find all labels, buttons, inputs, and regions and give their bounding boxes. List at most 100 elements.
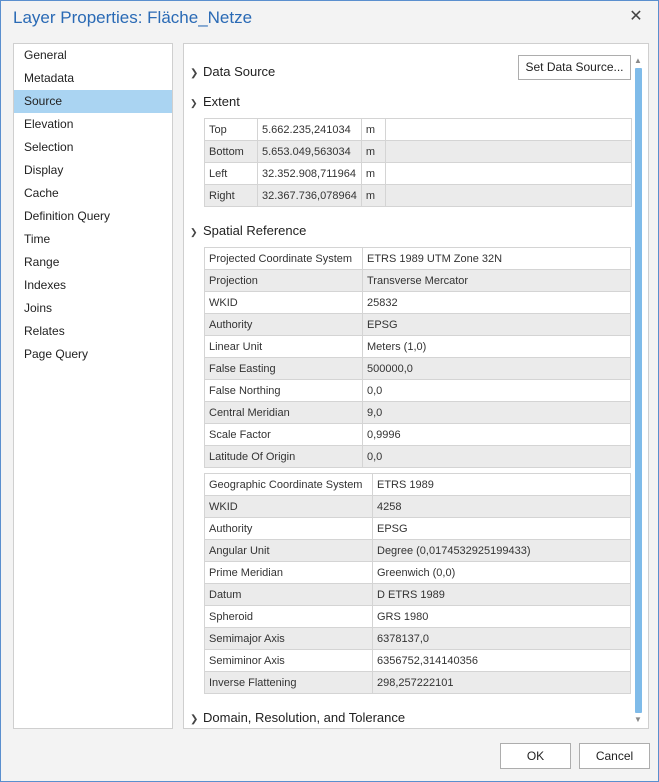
geographic-coordinate-system-table: Geographic Coordinate System ETRS 1989 WKI…: [204, 473, 631, 694]
geographic-property-row: Semimajor Axis 6378137,0: [204, 627, 631, 650]
nav-item-range[interactable]: Range: [14, 251, 172, 274]
geographic-property-row: Inverse Flattening 298,257222101: [204, 671, 631, 694]
geographic-property-label: WKID: [204, 495, 373, 518]
set-data-source-button[interactable]: Set Data Source...: [518, 55, 631, 80]
ok-button[interactable]: OK: [500, 743, 571, 769]
geographic-property-label: Authority: [204, 517, 373, 540]
extent-unit: m: [360, 162, 386, 185]
projected-property-label: Scale Factor: [204, 423, 363, 446]
dialog-title: Layer Properties: Fläche_Netze: [13, 8, 253, 27]
extent-label: Left: [204, 162, 258, 185]
geographic-property-value: Greenwich (0,0): [372, 561, 631, 584]
extent-label: Right: [204, 184, 258, 207]
extent-title: Extent: [203, 94, 240, 109]
nav-item-joins[interactable]: Joins: [14, 297, 172, 320]
extent-value: 32.352.908,711964: [257, 162, 362, 185]
data-source-title: Data Source: [203, 64, 276, 79]
chevron-down-icon: ❯: [190, 98, 198, 108]
chevron-right-icon: ❯: [190, 68, 199, 79]
projected-property-row: Central Meridian 9,0: [204, 401, 631, 424]
nav-item-source[interactable]: Source: [14, 90, 172, 113]
projected-property-label: False Easting: [204, 357, 363, 380]
scroll-up-icon[interactable]: ▲: [633, 56, 643, 66]
extent-label: Bottom: [204, 140, 258, 163]
source-page: ❯ Data Source Set Data Source... ❯ Extent …: [183, 43, 649, 729]
extent-header[interactable]: ❯ Extent: [190, 92, 240, 112]
scrollbar-thumb[interactable]: [635, 68, 642, 713]
geographic-property-label: Semimajor Axis: [204, 627, 373, 650]
geographic-property-value: 298,257222101: [372, 671, 631, 694]
nav-item-relates[interactable]: Relates: [14, 320, 172, 343]
geographic-property-row: Datum D ETRS 1989: [204, 583, 631, 606]
spatial-reference-header[interactable]: ❯ Spatial Reference: [190, 221, 306, 241]
extent-label: Top: [204, 118, 258, 141]
property-page-list: General Metadata Source Elevation Selection D…: [13, 43, 173, 729]
projected-property-value: ETRS 1989 UTM Zone 32N: [362, 247, 631, 270]
geographic-property-label: Prime Meridian: [204, 561, 373, 584]
projected-property-label: Projected Coordinate System: [204, 247, 363, 270]
chevron-right-icon: ❯: [190, 714, 199, 725]
extent-row: Top 5.662.235,241034 m: [204, 118, 632, 141]
projected-coordinate-system-table: Projected Coordinate System ETRS 1989 UTM…: [204, 247, 631, 468]
projected-property-label: False Northing: [204, 379, 363, 402]
projected-property-row: False Northing 0,0: [204, 379, 631, 402]
cancel-button[interactable]: Cancel: [579, 743, 650, 769]
extent-value: 5.653.049,563034: [257, 140, 362, 163]
nav-item-general[interactable]: General: [14, 44, 172, 67]
nav-item-selection[interactable]: Selection: [14, 136, 172, 159]
geographic-property-label: Semiminor Axis: [204, 649, 373, 672]
projected-property-value: EPSG: [362, 313, 631, 336]
geographic-property-row: Geographic Coordinate System ETRS 1989: [204, 473, 631, 496]
geographic-property-label: Spheroid: [204, 605, 373, 628]
nav-item-definition-query[interactable]: Definition Query: [14, 205, 172, 228]
projected-property-value: 0,0: [362, 379, 631, 402]
data-source-header[interactable]: ❯ Data Source: [190, 62, 275, 82]
projected-property-label: Projection: [204, 269, 363, 292]
extent-row: Bottom 5.653.049,563034 m: [204, 140, 632, 163]
geographic-property-row: Prime Meridian Greenwich (0,0): [204, 561, 631, 584]
extent-row: Left 32.352.908,711964 m: [204, 162, 632, 185]
nav-item-time[interactable]: Time: [14, 228, 172, 251]
geographic-property-row: Spheroid GRS 1980: [204, 605, 631, 628]
close-icon[interactable]: ✕: [626, 7, 646, 27]
projected-property-row: Authority EPSG: [204, 313, 631, 336]
geographic-property-value: 6378137,0: [372, 627, 631, 650]
nav-item-indexes[interactable]: Indexes: [14, 274, 172, 297]
geographic-property-label: Geographic Coordinate System: [204, 473, 373, 496]
projected-property-value: 0,0: [362, 445, 631, 468]
geographic-property-value: Degree (0,0174532925199433): [372, 539, 631, 562]
geographic-property-value: ETRS 1989: [372, 473, 631, 496]
extent-value: 5.662.235,241034: [257, 118, 362, 141]
scroll-down-icon[interactable]: ▼: [633, 715, 643, 725]
nav-item-elevation[interactable]: Elevation: [14, 113, 172, 136]
projected-property-label: Central Meridian: [204, 401, 363, 424]
nav-item-page-query[interactable]: Page Query: [14, 343, 172, 366]
geographic-property-value: 4258: [372, 495, 631, 518]
extent-blank-cell: [384, 184, 632, 207]
extent-unit: m: [360, 184, 386, 207]
geographic-property-row: WKID 4258: [204, 495, 631, 518]
geographic-property-label: Inverse Flattening: [204, 671, 373, 694]
projected-property-value: Meters (1,0): [362, 335, 631, 358]
projected-property-row: WKID 25832: [204, 291, 631, 314]
vertical-scrollbar[interactable]: ▲ ▼: [633, 56, 643, 725]
extent-blank-cell: [384, 118, 632, 141]
extent-blank-cell: [384, 162, 632, 185]
extent-table: Top 5.662.235,241034 m Bottom 5.653.049,5630…: [204, 118, 632, 207]
projected-property-value: 9,0: [362, 401, 631, 424]
geographic-property-label: Angular Unit: [204, 539, 373, 562]
nav-item-metadata[interactable]: Metadata: [14, 67, 172, 90]
nav-item-cache[interactable]: Cache: [14, 182, 172, 205]
projected-property-value: Transverse Mercator: [362, 269, 631, 292]
projected-property-label: WKID: [204, 291, 363, 314]
extent-row: Right 32.367.736,078964 m: [204, 184, 632, 207]
geographic-property-value: GRS 1980: [372, 605, 631, 628]
projected-property-label: Latitude Of Origin: [204, 445, 363, 468]
projected-property-row: Projection Transverse Mercator: [204, 269, 631, 292]
domain-resolution-header[interactable]: ❯ Domain, Resolution, and Tolerance: [190, 708, 405, 728]
nav-item-display[interactable]: Display: [14, 159, 172, 182]
geographic-property-label: Datum: [204, 583, 373, 606]
spatial-reference-title: Spatial Reference: [203, 223, 307, 238]
projected-property-row: Scale Factor 0,9996: [204, 423, 631, 446]
chevron-down-icon: ❯: [190, 227, 198, 237]
